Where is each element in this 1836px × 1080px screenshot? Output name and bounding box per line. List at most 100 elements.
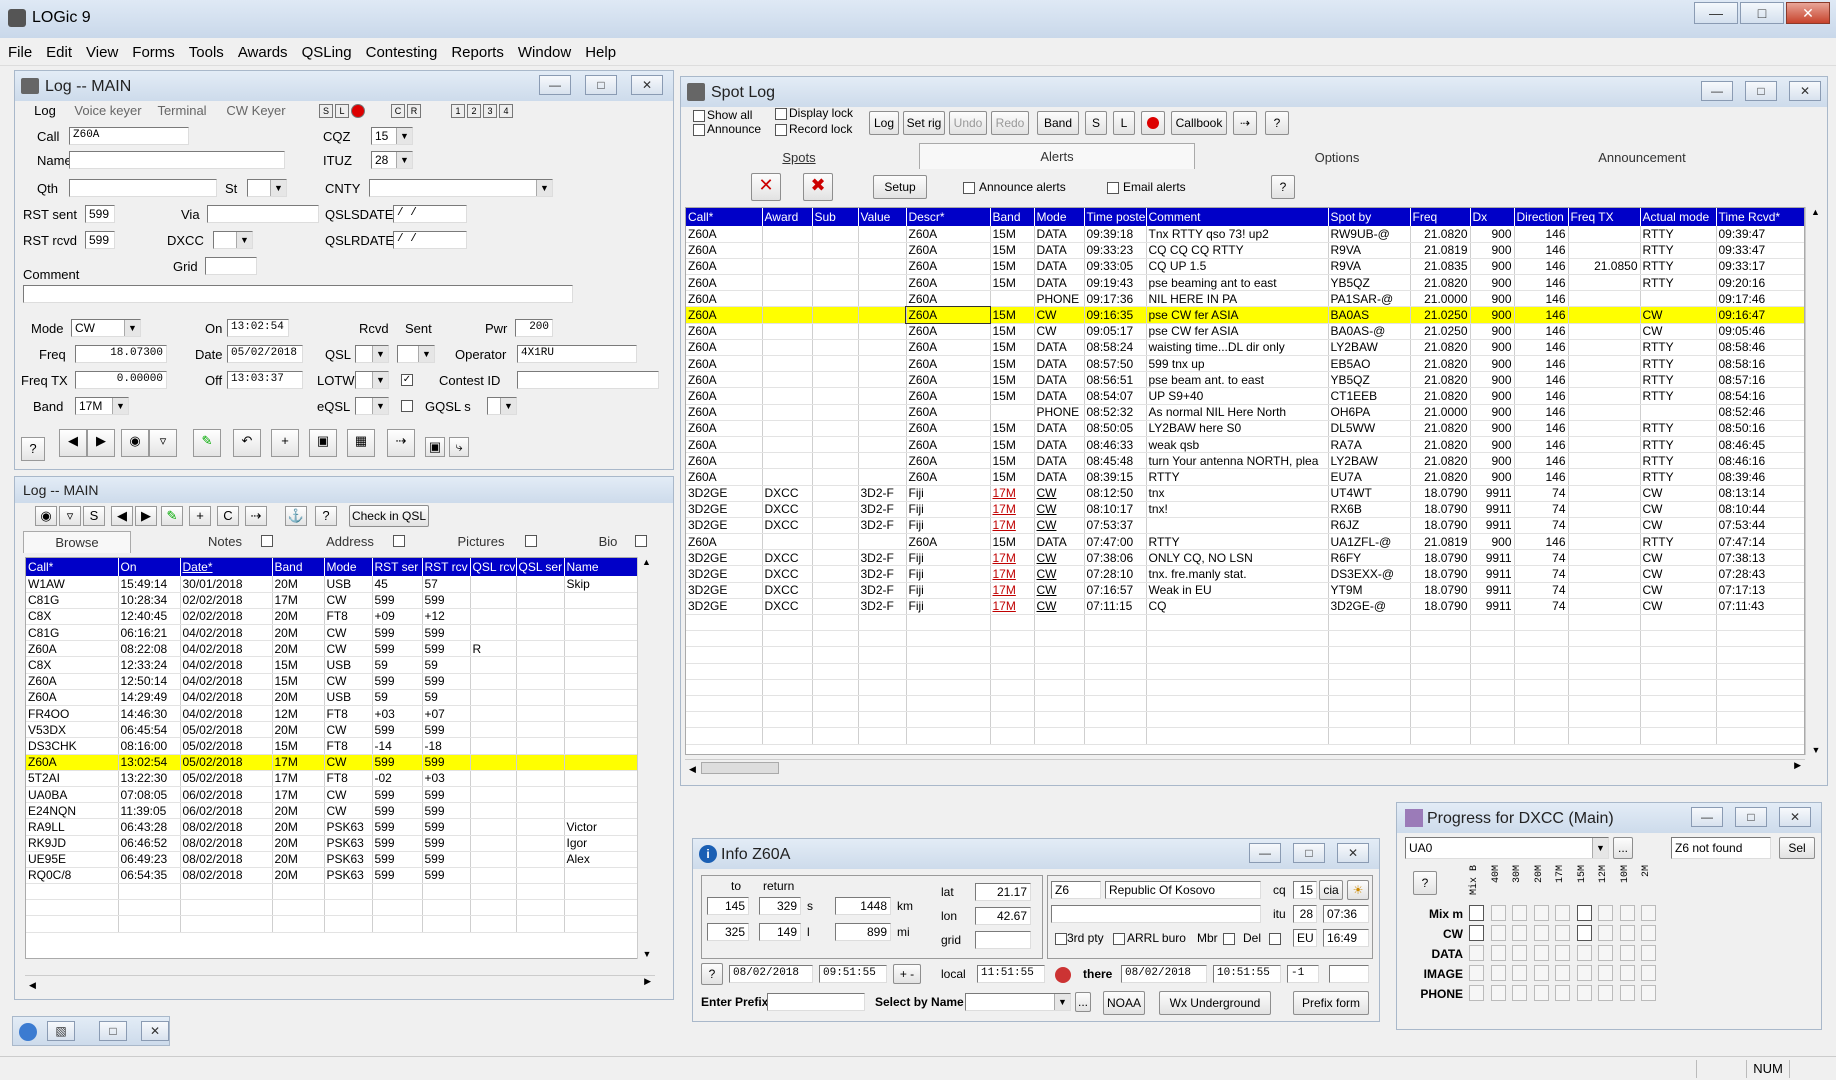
time-adjust-button[interactable]: + -	[893, 964, 921, 984]
menu-edit[interactable]: Edit	[38, 38, 78, 61]
stop-icon[interactable]	[351, 104, 365, 118]
del-checkbox[interactable]	[1269, 933, 1281, 945]
mini-r-button[interactable]: R	[407, 104, 421, 118]
spot-col-header[interactable]: Actual mode	[1640, 208, 1717, 226]
export-icon[interactable]: ⇢	[1233, 111, 1257, 135]
spot-col-header[interactable]: Direction	[1514, 208, 1569, 226]
browse-col-header[interactable]: Band	[272, 558, 325, 576]
power-input[interactable]: 200	[515, 319, 553, 337]
table-row[interactable]: 3D2GE DXCC 3D2-F Fiji 17M CW 07:11:15 CQ 3D2GE-@…	[686, 598, 1804, 616]
spot-vertical-scrollbar[interactable]: ▲ ▼	[1805, 207, 1825, 755]
freq-tx-input[interactable]: 0.00000	[75, 371, 167, 389]
grid-input[interactable]	[205, 257, 257, 275]
dxcc-select[interactable]: ▼	[213, 231, 253, 249]
table-row[interactable]: Z60A Z60A 15M CW 09:05:17 pse CW fer ASIA BA0A…	[686, 323, 1804, 340]
state-select[interactable]: ▼	[247, 179, 287, 197]
table-row[interactable]: Z60A Z60A 15M DATA 09:33:05 CQ UP 1.5 R9VA 21.0…	[686, 258, 1804, 276]
table-row[interactable]: Z60A Z60A 15M DATA 08:58:24 waisting time...D…	[686, 339, 1804, 357]
undo-button[interactable]: Undo	[949, 111, 987, 135]
enter-prefix-input[interactable]	[767, 993, 865, 1011]
via-input[interactable]	[207, 205, 319, 223]
spot-col-header[interactable]: Descr*	[906, 208, 991, 226]
minimized-close[interactable]: ✕	[141, 1021, 169, 1041]
spot-col-header[interactable]: Call*	[686, 208, 763, 226]
tab-pictures[interactable]: Pictures	[451, 534, 511, 549]
spot-col-header[interactable]: Freq	[1410, 208, 1471, 226]
menu-file[interactable]: File	[0, 38, 38, 61]
previous-icon[interactable]: ◀	[111, 506, 133, 526]
progress-window-maximize[interactable]: □	[1735, 807, 1767, 827]
table-row[interactable]: 3D2GE DXCC 3D2-F Fiji 17M CW 08:12:50 tnx UT4WT 1…	[686, 485, 1804, 502]
progress-cell[interactable]	[1598, 985, 1613, 1001]
table-row[interactable]: UE95E 06:49:23 08/02/2018 20M PSK63 599 599 Ale…	[26, 851, 652, 868]
bio-checkbox[interactable]	[635, 535, 647, 547]
browse-col-header[interactable]: QSL rcv	[470, 558, 517, 576]
progress-cell[interactable]	[1533, 945, 1549, 961]
table-row[interactable]: Z60A Z60A 15M DATA 09:33:23 CQ CQ CQ RTTY R9VA…	[686, 242, 1804, 259]
progress-cell[interactable]	[1555, 905, 1570, 921]
close-button[interactable]: ✕	[1786, 2, 1830, 24]
check-in-qsl-button[interactable]: Check in QSL	[349, 505, 429, 527]
info-window-maximize[interactable]: □	[1293, 843, 1325, 863]
log-button[interactable]: Log	[869, 111, 899, 135]
progress-cell[interactable]	[1641, 945, 1656, 961]
progress-cell[interactable]	[1576, 925, 1592, 941]
freq-input[interactable]: 18.07300	[75, 345, 167, 363]
progress-cell[interactable]	[1490, 965, 1506, 981]
table-row[interactable]: C8X 12:40:45 02/02/2018 20M FT8 +09 +12	[26, 608, 652, 626]
third-party-checkbox[interactable]	[1055, 933, 1067, 945]
menu-awards[interactable]: Awards	[230, 38, 294, 61]
table-row[interactable]: W1AW 15:49:14 30/01/2018 20M USB 45 57 Skip	[26, 576, 652, 593]
table-row[interactable]: Z60A Z60A 15M DATA 07:47:00 RTTY UA1ZFL-@ 21.08…	[686, 533, 1804, 551]
noaa-button[interactable]: NOAA	[1103, 991, 1145, 1015]
tab-log[interactable]: Log	[23, 103, 67, 118]
next-record-icon[interactable]: ▶	[87, 429, 115, 457]
progress-window-minimize[interactable]: —	[1691, 807, 1723, 827]
menu-forms[interactable]: Forms	[124, 38, 181, 61]
table-row[interactable]: Z60A Z60A 15M CW 09:16:35 pse CW fer ASIA BA0A…	[686, 305, 1804, 325]
table-row[interactable]: DS3CHK 08:16:00 05/02/2018 15M FT8 -14 -18	[26, 737, 652, 755]
call-input[interactable]: Z60A	[69, 127, 189, 145]
qslrdate-input[interactable]: / /	[393, 231, 467, 249]
spot-window-minimize[interactable]: —	[1701, 81, 1733, 101]
table-row[interactable]: Z60A 08:22:08 04/02/2018 20M CW 599 599 R	[26, 640, 652, 658]
info-window-close[interactable]: ✕	[1337, 843, 1369, 863]
setup-button[interactable]: Setup	[873, 175, 927, 199]
notes-checkbox[interactable]	[261, 535, 273, 547]
progress-cell[interactable]	[1469, 925, 1484, 941]
s-button[interactable]: S	[1085, 111, 1107, 135]
gqsl-checkbox[interactable]	[401, 400, 413, 412]
minimized-window[interactable]: ▧ □ ✕	[12, 1016, 170, 1046]
spot-col-header[interactable]: Time poste	[1084, 208, 1147, 226]
table-row[interactable]: FR4OO 14:46:30 04/02/2018 12M FT8 +03 +07	[26, 705, 652, 723]
help-icon[interactable]: ?	[1265, 111, 1289, 135]
table-row[interactable]: V53DX 06:45:54 05/02/2018 20M CW 599 599	[26, 721, 652, 739]
export-icon[interactable]: ⇢	[387, 429, 415, 457]
spot-col-header[interactable]: Mode	[1034, 208, 1085, 226]
delete-alert-icon[interactable]: ✕	[751, 173, 781, 201]
progress-cell[interactable]	[1619, 945, 1635, 961]
progress-cell[interactable]	[1469, 965, 1484, 981]
sun-icon[interactable]: ☀	[1347, 880, 1369, 900]
tab-voice-keyer[interactable]: Voice keyer	[71, 103, 145, 118]
band-button[interactable]: Band	[1037, 111, 1079, 135]
tab-browse[interactable]: Browse	[23, 531, 131, 553]
mode-select[interactable]: CW ▼	[71, 319, 141, 337]
menu-view[interactable]: View	[78, 38, 124, 61]
progress-cell[interactable]	[1576, 985, 1592, 1001]
sel-button[interactable]: Sel	[1779, 837, 1815, 859]
qsl-rcvd-select[interactable]: ▼	[355, 345, 389, 363]
progress-cell[interactable]	[1533, 965, 1549, 981]
record-lock-checkbox[interactable]	[775, 124, 787, 136]
progress-cell[interactable]	[1555, 985, 1570, 1001]
table-row[interactable]: 3D2GE DXCC 3D2-F Fiji 17M CW 07:28:10 tnx. fre.…	[686, 565, 1804, 583]
mem-3-button[interactable]: 3	[483, 104, 497, 118]
delete-all-alerts-icon[interactable]: ✖	[803, 173, 833, 201]
menu-help[interactable]: Help	[577, 38, 622, 61]
table-row[interactable]: 5T2AI 13:22:30 05/02/2018 17M FT8 -02 +03	[26, 770, 652, 787]
log-window-minimize[interactable]: —	[539, 75, 571, 95]
qslsdate-input[interactable]: / /	[393, 205, 467, 223]
tab-terminal[interactable]: Terminal	[149, 103, 215, 118]
spot-col-header[interactable]: Time Rcvd*	[1716, 208, 1804, 226]
clear-eraser-icon[interactable]: ✎	[193, 429, 221, 457]
